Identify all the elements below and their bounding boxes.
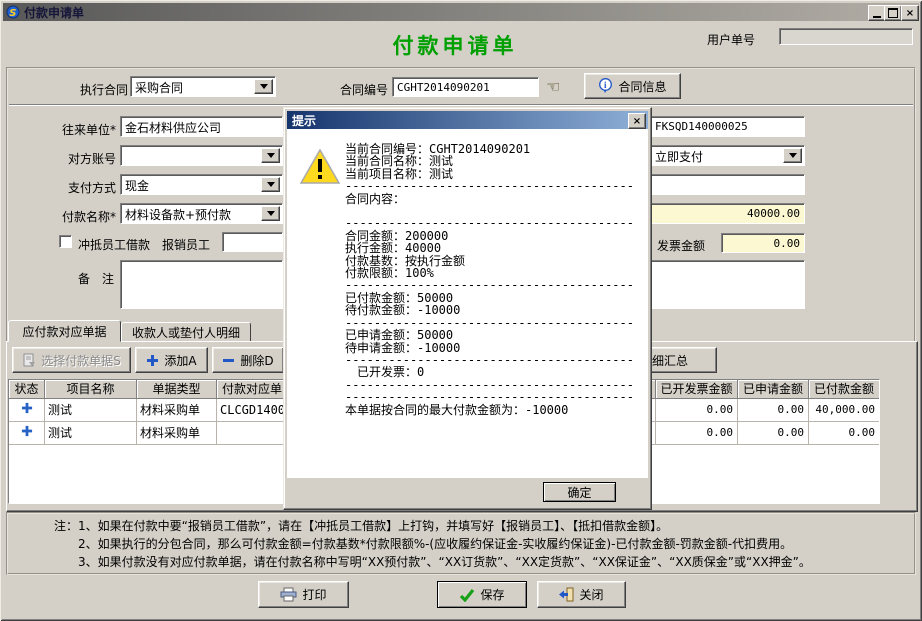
dialog-body: 当前合同编号：CGHT2014090201 当前合同名称：测试 当前项目名称：测… bbox=[287, 129, 648, 478]
cell-project[interactable]: 测试 bbox=[45, 422, 137, 445]
blank-input[interactable] bbox=[650, 174, 805, 195]
cell-applied[interactable]: 0.00 bbox=[738, 399, 809, 422]
tab-payable-docs[interactable]: 应付款对应单据 bbox=[8, 320, 121, 342]
cell-applied[interactable]: 0.00 bbox=[738, 422, 809, 445]
unit-label: 往来单位* bbox=[20, 121, 116, 138]
offset-loan-label: 冲抵员工借款 bbox=[78, 236, 150, 253]
app-icon: S bbox=[6, 5, 20, 19]
col-status[interactable]: 状态 bbox=[9, 380, 45, 399]
message-dialog: 提示 × 当前合同编号：CGHT2014090201 当前合同名称：测试 当前项… bbox=[283, 107, 652, 510]
close-icon[interactable]: × bbox=[901, 5, 919, 21]
select-payment-doc-button[interactable]: 选择付款单据S bbox=[12, 347, 131, 373]
window-title: 付款申请单 bbox=[24, 4, 84, 21]
pay-method-label: 支付方式 bbox=[20, 179, 116, 196]
exec-contract-label: 执行合同 bbox=[40, 81, 128, 98]
tab-payee-detail[interactable]: 收款人或垫付人明细 bbox=[121, 322, 251, 342]
add-button[interactable]: 添加A bbox=[135, 347, 208, 373]
pay-timing-select[interactable]: 立即支付 bbox=[650, 145, 805, 166]
save-button[interactable]: 保存 bbox=[437, 581, 527, 608]
dialog-titlebar[interactable]: 提示 bbox=[287, 111, 648, 129]
usage-notes: 注：1、如果在付款中要“报销员工借款”，请在【冲抵员工借款】上打钩，并填写好【报… bbox=[54, 517, 811, 571]
cell-paid[interactable]: 0.00 bbox=[809, 422, 879, 445]
account-label: 对方账号 bbox=[20, 150, 116, 167]
svg-text:S: S bbox=[9, 8, 16, 19]
request-doc-no-input[interactable]: FKSQD140000025 bbox=[650, 116, 805, 137]
ok-button[interactable]: 确定 bbox=[543, 482, 616, 502]
dialog-close-icon[interactable]: × bbox=[628, 113, 646, 129]
hand-pointer-icon[interactable]: ☜ bbox=[546, 77, 560, 96]
notes-panel: 注：1、如果在付款中要“报销员工借款”，请在【冲抵员工借款】上打钩，并填写好【报… bbox=[6, 512, 916, 575]
expand-plus-icon[interactable] bbox=[9, 422, 45, 445]
exec-contract-select[interactable]: 采购合同 bbox=[130, 76, 276, 97]
cell-project[interactable]: 测试 bbox=[45, 399, 137, 422]
pay-amount-input[interactable]: 40000.00 bbox=[650, 203, 805, 224]
remark-textarea[interactable] bbox=[120, 260, 283, 309]
plus-icon bbox=[146, 354, 159, 367]
col-paid[interactable]: 已付款金额 bbox=[809, 380, 879, 399]
offset-loan-checkbox[interactable] bbox=[59, 235, 72, 248]
chevron-down-icon[interactable] bbox=[261, 206, 280, 221]
invoice-amount-label: 发票金额 bbox=[657, 237, 705, 254]
check-icon bbox=[459, 588, 475, 602]
cell-invoiced[interactable]: 0.00 bbox=[656, 399, 738, 422]
maximize-icon[interactable] bbox=[884, 5, 902, 21]
contract-info-button[interactable]: i 合同信息 bbox=[584, 73, 681, 99]
account-select[interactable] bbox=[120, 145, 283, 166]
chevron-down-icon[interactable] bbox=[783, 148, 802, 163]
info-icon: i bbox=[598, 78, 613, 94]
dialog-title: 提示 bbox=[292, 112, 316, 129]
chevron-down-icon[interactable] bbox=[254, 79, 273, 94]
expand-plus-icon[interactable] bbox=[9, 399, 45, 422]
unit-input[interactable]: 金石材料供应公司 bbox=[120, 116, 283, 137]
col-doc-type[interactable]: 单据类型 bbox=[137, 380, 217, 399]
warning-icon bbox=[300, 149, 340, 185]
cell-doc-type[interactable]: 材料采购单 bbox=[137, 422, 217, 445]
chevron-down-icon[interactable] bbox=[261, 177, 280, 192]
cell-paid[interactable]: 40,000.00 bbox=[809, 399, 879, 422]
dialog-message: 当前合同编号：CGHT2014090201 当前合同名称：测试 当前项目名称：测… bbox=[345, 143, 634, 416]
print-button[interactable]: 打印 bbox=[258, 581, 349, 608]
pay-method-select[interactable]: 现金 bbox=[120, 174, 283, 195]
pay-name-select[interactable]: 材料设备款+预付款 bbox=[120, 203, 283, 224]
window-titlebar[interactable]: S 付款申请单 bbox=[3, 3, 919, 21]
page-title: 付款申请单 bbox=[330, 30, 580, 60]
cell-doc-type[interactable]: 材料采购单 bbox=[137, 399, 217, 422]
right-note-box[interactable] bbox=[650, 260, 805, 309]
col-project[interactable]: 项目名称 bbox=[45, 380, 137, 399]
chevron-down-icon[interactable] bbox=[261, 148, 280, 163]
document-icon bbox=[22, 353, 36, 367]
contract-no-label: 合同编号 bbox=[330, 81, 388, 98]
close-button[interactable]: 关闭 bbox=[537, 581, 626, 608]
delete-button[interactable]: 删除D bbox=[212, 347, 284, 373]
user-no-label: 用户单号 bbox=[697, 31, 755, 48]
printer-icon bbox=[280, 587, 297, 602]
contract-no-input[interactable]: CGHT2014090201 bbox=[392, 77, 539, 97]
user-no-field[interactable] bbox=[779, 28, 913, 45]
dialog-footer: 确定 bbox=[287, 478, 648, 506]
pay-name-label: 付款名称* bbox=[20, 208, 116, 225]
col-invoiced[interactable]: 已开发票金额 bbox=[656, 380, 738, 399]
invoice-amount-input[interactable]: 0.00 bbox=[721, 233, 805, 253]
exit-door-icon bbox=[559, 587, 574, 602]
col-applied[interactable]: 已申请金额 bbox=[738, 380, 809, 399]
reimburse-emp-input[interactable] bbox=[222, 232, 283, 252]
payment-request-window: S 付款申请单 × 付款申请单 用户单号 执行合同 采购合同 合同编号 CGHT… bbox=[0, 0, 922, 621]
divider bbox=[9, 104, 913, 106]
minus-icon bbox=[222, 354, 235, 367]
reimburse-emp-label: 报销员工 bbox=[162, 236, 210, 253]
remark-label: 备 注 bbox=[78, 270, 114, 287]
cell-invoiced[interactable]: 0.00 bbox=[656, 422, 738, 445]
